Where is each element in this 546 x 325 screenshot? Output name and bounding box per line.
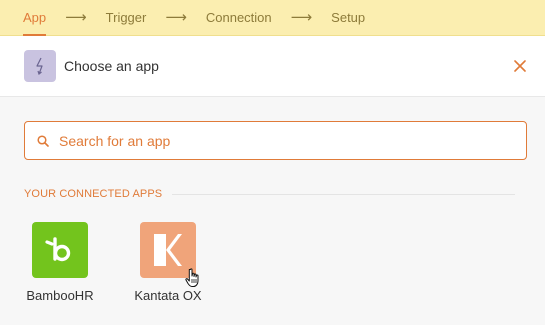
bamboohr-logo (32, 222, 88, 278)
hand-cursor-icon (185, 268, 199, 287)
lightning-icon (24, 50, 56, 82)
search-input[interactable] (57, 131, 501, 150)
arrow-icon: ⟶ (65, 9, 87, 26)
section-heading: YOUR CONNECTED APPS (24, 188, 163, 200)
stepper: App ⟶ Trigger ⟶ Connection ⟶ Setup (0, 0, 545, 36)
modal-header: Choose an app (0, 36, 545, 97)
app-name: Kantata OX (134, 288, 202, 303)
search-box[interactable] (24, 121, 527, 160)
divider (172, 194, 515, 195)
close-icon (514, 60, 526, 72)
page-title: Choose an app (64, 58, 159, 74)
modal-body: YOUR CONNECTED APPS BambooHR Kantata (0, 97, 545, 325)
step-setup[interactable]: Setup (331, 10, 365, 25)
step-app[interactable]: App (23, 10, 47, 36)
arrow-icon: ⟶ (290, 9, 313, 26)
app-name: BambooHR (26, 288, 94, 303)
search-icon (37, 134, 49, 147)
arrow-icon: ⟶ (165, 9, 187, 26)
step-trigger[interactable]: Trigger (106, 10, 147, 25)
close-button[interactable] (510, 56, 530, 76)
step-connection[interactable]: Connection (206, 10, 272, 25)
app-card-bamboohr[interactable]: BambooHR (24, 222, 96, 303)
app-card-kantata-ox[interactable]: Kantata OX (132, 222, 204, 303)
app-chooser-panel: App ⟶ Trigger ⟶ Connection ⟶ Setup Choos… (0, 0, 545, 325)
